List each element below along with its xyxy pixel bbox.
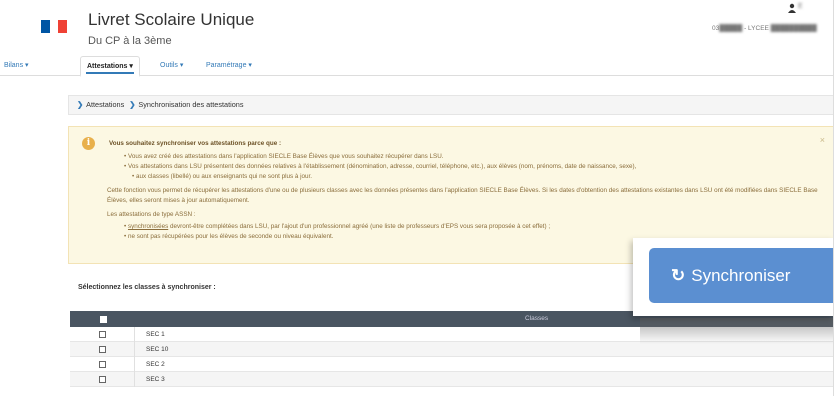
table-row[interactable]: SEC 2 bbox=[70, 357, 834, 372]
row-checkbox[interactable] bbox=[99, 346, 106, 353]
user-icon bbox=[788, 3, 796, 13]
main-nav: Bilans ▾ Attestations ▾ Outils ▾ Paramét… bbox=[0, 56, 834, 77]
alert-bullet: Vous avez créé des attestations dans l'a… bbox=[124, 152, 824, 162]
user-name[interactable]: E bbox=[798, 3, 830, 10]
alert-bullet: synchronisées devront-être complétées da… bbox=[124, 222, 824, 232]
synchronize-button[interactable]: ↻ Synchroniser bbox=[649, 248, 834, 303]
row-checkbox[interactable] bbox=[99, 331, 106, 338]
row-checkbox[interactable] bbox=[99, 376, 106, 383]
app-header: Livret Scolaire Unique Du CP à la 3ème E… bbox=[0, 0, 834, 56]
alert-paragraph: Cette fonction vous permet de récupérer … bbox=[107, 187, 818, 204]
row-checkbox[interactable] bbox=[99, 361, 106, 368]
nav-item-attestations[interactable]: Attestations ▾ bbox=[80, 56, 140, 77]
selection-label: Sélectionnez les classes à synchroniser … bbox=[78, 284, 216, 291]
establishment-info: 03█████ - LYCEE ██████████ bbox=[712, 25, 817, 32]
class-label: SEC 1 bbox=[146, 331, 165, 338]
table-row[interactable]: SEC 3 bbox=[70, 372, 834, 387]
synchronisees-link[interactable]: synchronisées bbox=[128, 223, 168, 230]
chevron-right-icon: ❯ bbox=[77, 100, 84, 109]
breadcrumb: ❯ Attestations ❯ Synchronisation des attes… bbox=[68, 95, 834, 115]
alert-heading: Vous souhaitez synchroniser vos attestat… bbox=[109, 140, 282, 147]
alert-content: Vous souhaitez synchroniser vos attestat… bbox=[107, 139, 824, 242]
info-icon: i bbox=[82, 137, 95, 150]
page: Livret Scolaire Unique Du CP à la 3ème E… bbox=[0, 0, 834, 396]
refresh-icon: ↻ bbox=[671, 266, 686, 285]
nav-item-outils[interactable]: Outils ▾ bbox=[160, 56, 183, 76]
column-header-classes: Classes bbox=[525, 315, 549, 322]
app-title: Livret Scolaire Unique bbox=[88, 10, 255, 29]
zoom-callout: ↻ Synchroniser bbox=[633, 238, 834, 316]
select-all-checkbox[interactable] bbox=[100, 316, 107, 323]
synchronize-button-label: Synchroniser bbox=[691, 266, 791, 285]
breadcrumb-item-attestations[interactable]: Attestations bbox=[86, 100, 124, 109]
republique-francaise-flag-logo bbox=[41, 20, 68, 33]
establishment-type: - LYCEE bbox=[742, 25, 771, 32]
nav-item-bilans[interactable]: Bilans ▾ bbox=[4, 56, 29, 76]
alert-paragraph: Les attestations de type ASSN : bbox=[107, 211, 196, 218]
nav-item-parametrage[interactable]: Paramétrage ▾ bbox=[206, 56, 252, 76]
app-subtitle: Du CP à la 3ème bbox=[88, 35, 172, 47]
table-row[interactable]: SEC 10 bbox=[70, 342, 834, 357]
zoom-callout-shadow bbox=[640, 318, 834, 344]
alert-bullet-continuation: aux classes (libellé) ou aux enseignants… bbox=[124, 172, 824, 182]
chevron-right-icon: ❯ bbox=[129, 100, 136, 109]
class-label: SEC 2 bbox=[146, 361, 165, 368]
alert-bullet: Vos attestations dans LSU présentent des… bbox=[124, 162, 824, 172]
class-label: SEC 3 bbox=[146, 376, 165, 383]
breadcrumb-item-current: Synchronisation des attestations bbox=[138, 100, 244, 109]
class-label: SEC 10 bbox=[146, 346, 169, 353]
